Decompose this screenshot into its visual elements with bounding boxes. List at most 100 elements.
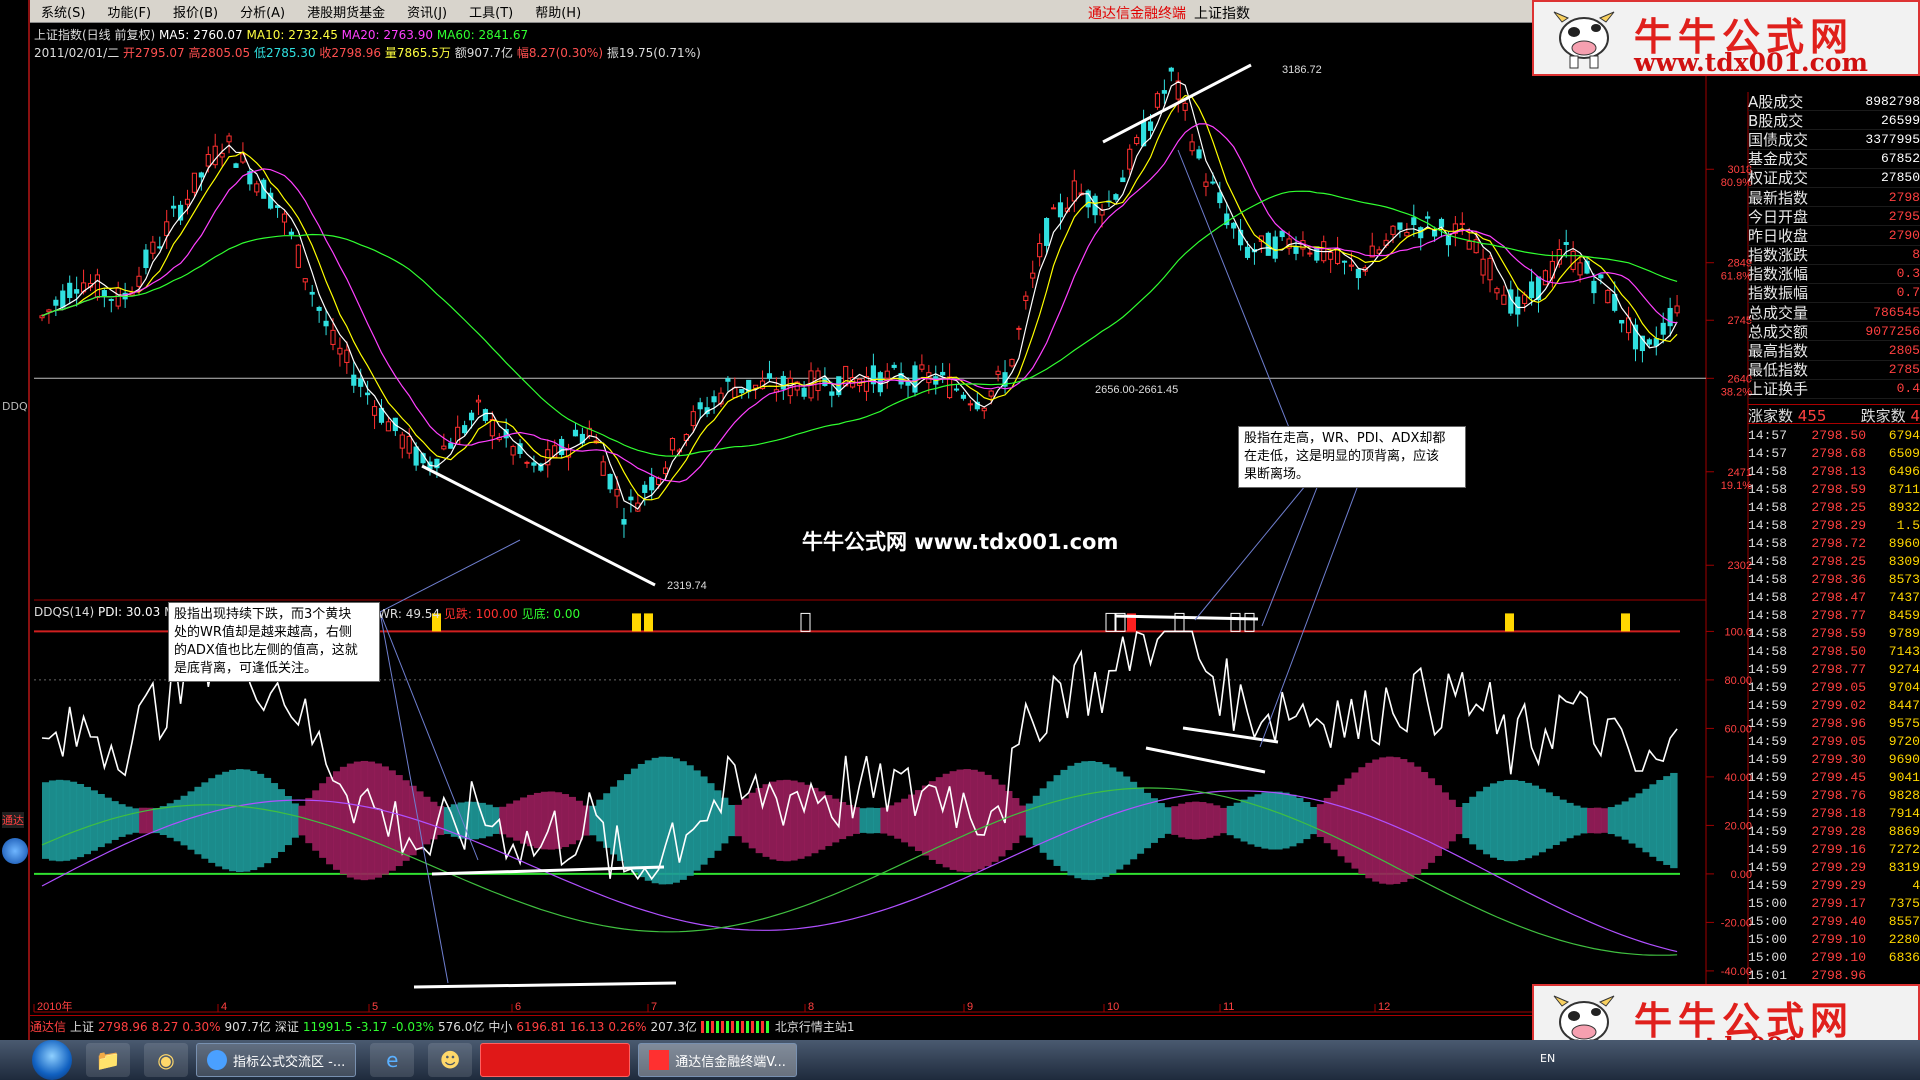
signal-block-outline: [1230, 612, 1241, 632]
menu-help[interactable]: 帮助(H): [524, 2, 592, 21]
pdi-band: [991, 779, 999, 862]
candle-body: [642, 484, 648, 493]
pdi-band: [506, 803, 514, 838]
candle-body: [101, 290, 107, 298]
tick-list[interactable]: 14:57 2798.50 6794 14:57 2798.68 6509 14:58 279…: [1748, 426, 1920, 984]
candle-body: [766, 373, 773, 379]
tick-time: 15:00: [1748, 949, 1788, 965]
status-zx-change: 16.13: [570, 1019, 605, 1034]
candle-body: [1466, 240, 1472, 250]
stat-label: 基金成交: [1748, 150, 1809, 169]
pdi-band: [526, 794, 535, 847]
tick-row: 14:58 2798.25 8309: [1748, 552, 1920, 570]
candle-body: [351, 374, 357, 386]
pdi-band: [644, 760, 653, 881]
stat-value: 8982798: [1865, 93, 1920, 109]
tick-volume: 6836: [1888, 949, 1920, 965]
annotation-right-line-2: 在走低，这是明显的顶背离，应该: [1244, 449, 1440, 464]
signal-block: [644, 613, 653, 632]
stat-row: 指数振幅 0.7: [1748, 284, 1920, 304]
candle-body: [912, 365, 918, 393]
status-server[interactable]: 北京行情主站1: [775, 1018, 855, 1035]
status-sh-name[interactable]: 上证: [70, 1018, 94, 1035]
date-axis-label: 10: [1107, 1001, 1119, 1013]
taskbar-task-browser[interactable]: 指标公式交流区 -...: [196, 1043, 357, 1077]
input-method-indicator[interactable]: EN: [1540, 1052, 1555, 1065]
ie-icon[interactable]: e: [370, 1043, 415, 1077]
tick-row: 15:00 2799.10 2280: [1748, 930, 1920, 948]
folder-icon[interactable]: 📁: [86, 1043, 130, 1077]
tick-volume: 8309: [1888, 553, 1920, 569]
candle-body: [905, 380, 911, 386]
bar-open: 开2795.07: [123, 46, 185, 60]
candle-body: [302, 278, 308, 283]
candle-body: [1057, 202, 1064, 218]
tick-time: 14:59: [1748, 841, 1788, 857]
tick-volume: 9720: [1888, 733, 1920, 749]
pdi-band: [1136, 787, 1145, 854]
tick-volume: 9690: [1888, 751, 1920, 767]
menu-news[interactable]: 资讯(J): [396, 2, 458, 21]
chart-canvas[interactable]: 30182849274526402471230280.9%61.8%38.2%1…: [0, 0, 1920, 1040]
tick-volume: 6509: [1888, 445, 1920, 461]
media-player-icon[interactable]: ◉: [144, 1043, 188, 1077]
menu-hk-futures-funds[interactable]: 港股期货基金: [296, 2, 396, 21]
tick-row: 14:59 2799.30 9690: [1748, 750, 1920, 768]
qq-icon[interactable]: ☻: [428, 1043, 473, 1077]
pdi-band: [1005, 790, 1013, 851]
tick-price: 2799.40: [1811, 913, 1866, 929]
candle-body: [74, 289, 80, 294]
tick-volume: 9274: [1888, 661, 1920, 677]
tick-time: 14:58: [1748, 625, 1788, 641]
menu-system[interactable]: 系统(S): [30, 2, 96, 21]
menu-analysis[interactable]: 分析(A): [229, 2, 296, 21]
pdi-band: [1538, 788, 1546, 853]
stat-value: 2805: [1888, 343, 1920, 359]
candle-body: [136, 275, 142, 287]
menu-quote[interactable]: 报价(B): [162, 2, 229, 21]
annotation-top-divergence: 股指在走高，WR、PDI、ADX却都 在走低，这是明显的顶背离，应该 果断离场。: [1238, 426, 1466, 488]
pdi-band: [1448, 799, 1456, 842]
candle-body: [171, 205, 177, 209]
taskbar-task-redacted[interactable]: [480, 1043, 631, 1077]
start-button[interactable]: [32, 1040, 72, 1080]
status-sz-name[interactable]: 深证: [275, 1018, 299, 1035]
taskbar-task-tdx[interactable]: 通达信金融终端V...: [638, 1043, 797, 1077]
tick-price: 2798.25: [1811, 553, 1866, 569]
tick-time: 14:59: [1748, 877, 1788, 893]
windows-orb-icon: [2, 838, 28, 864]
candle-body: [953, 388, 960, 391]
date-axis-label: 2010年: [37, 999, 72, 1013]
divergence-line-adx: [413, 981, 677, 989]
tick-price: 2798.68: [1811, 445, 1866, 461]
candle-body: [1030, 272, 1036, 279]
tick-price: 2798.77: [1811, 607, 1866, 623]
pdi-band: [575, 800, 583, 841]
status-zx-name[interactable]: 中小: [488, 1018, 512, 1035]
tick-price: 2798.59: [1811, 625, 1866, 641]
status-sh-pct: 0.30%: [182, 1019, 221, 1034]
tick-volume: 9704: [1888, 679, 1920, 695]
tick-row: 14:58 2798.72 8960: [1748, 534, 1920, 552]
pdi-band: [485, 804, 493, 837]
pdi-band: [1531, 785, 1540, 856]
candle-body: [711, 396, 717, 403]
pdi-band: [824, 795, 833, 847]
pdi-band: [1420, 772, 1429, 870]
menu-tools[interactable]: 工具(T): [458, 2, 524, 21]
pdi-band: [1580, 807, 1588, 834]
tick-time: 14:59: [1748, 715, 1788, 731]
candle-body: [725, 378, 731, 382]
tick-row: 14:58 2798.77 8459: [1748, 606, 1920, 624]
menu-function[interactable]: 功能(F): [96, 2, 162, 21]
status-sz-amount: 576.0亿: [438, 1020, 485, 1034]
bar-high: 高2805.05: [188, 46, 251, 60]
tdx-app-icon: [649, 1050, 670, 1070]
date-axis-label: 8: [808, 1001, 814, 1013]
bar-low: 低2785.30: [253, 46, 316, 60]
tick-time: 14:59: [1748, 679, 1788, 695]
pdi-band: [741, 798, 750, 843]
stat-row: 指数涨幅 0.3: [1748, 265, 1920, 284]
pdi-band: [1607, 807, 1616, 835]
signal-block-outline: [800, 612, 811, 632]
